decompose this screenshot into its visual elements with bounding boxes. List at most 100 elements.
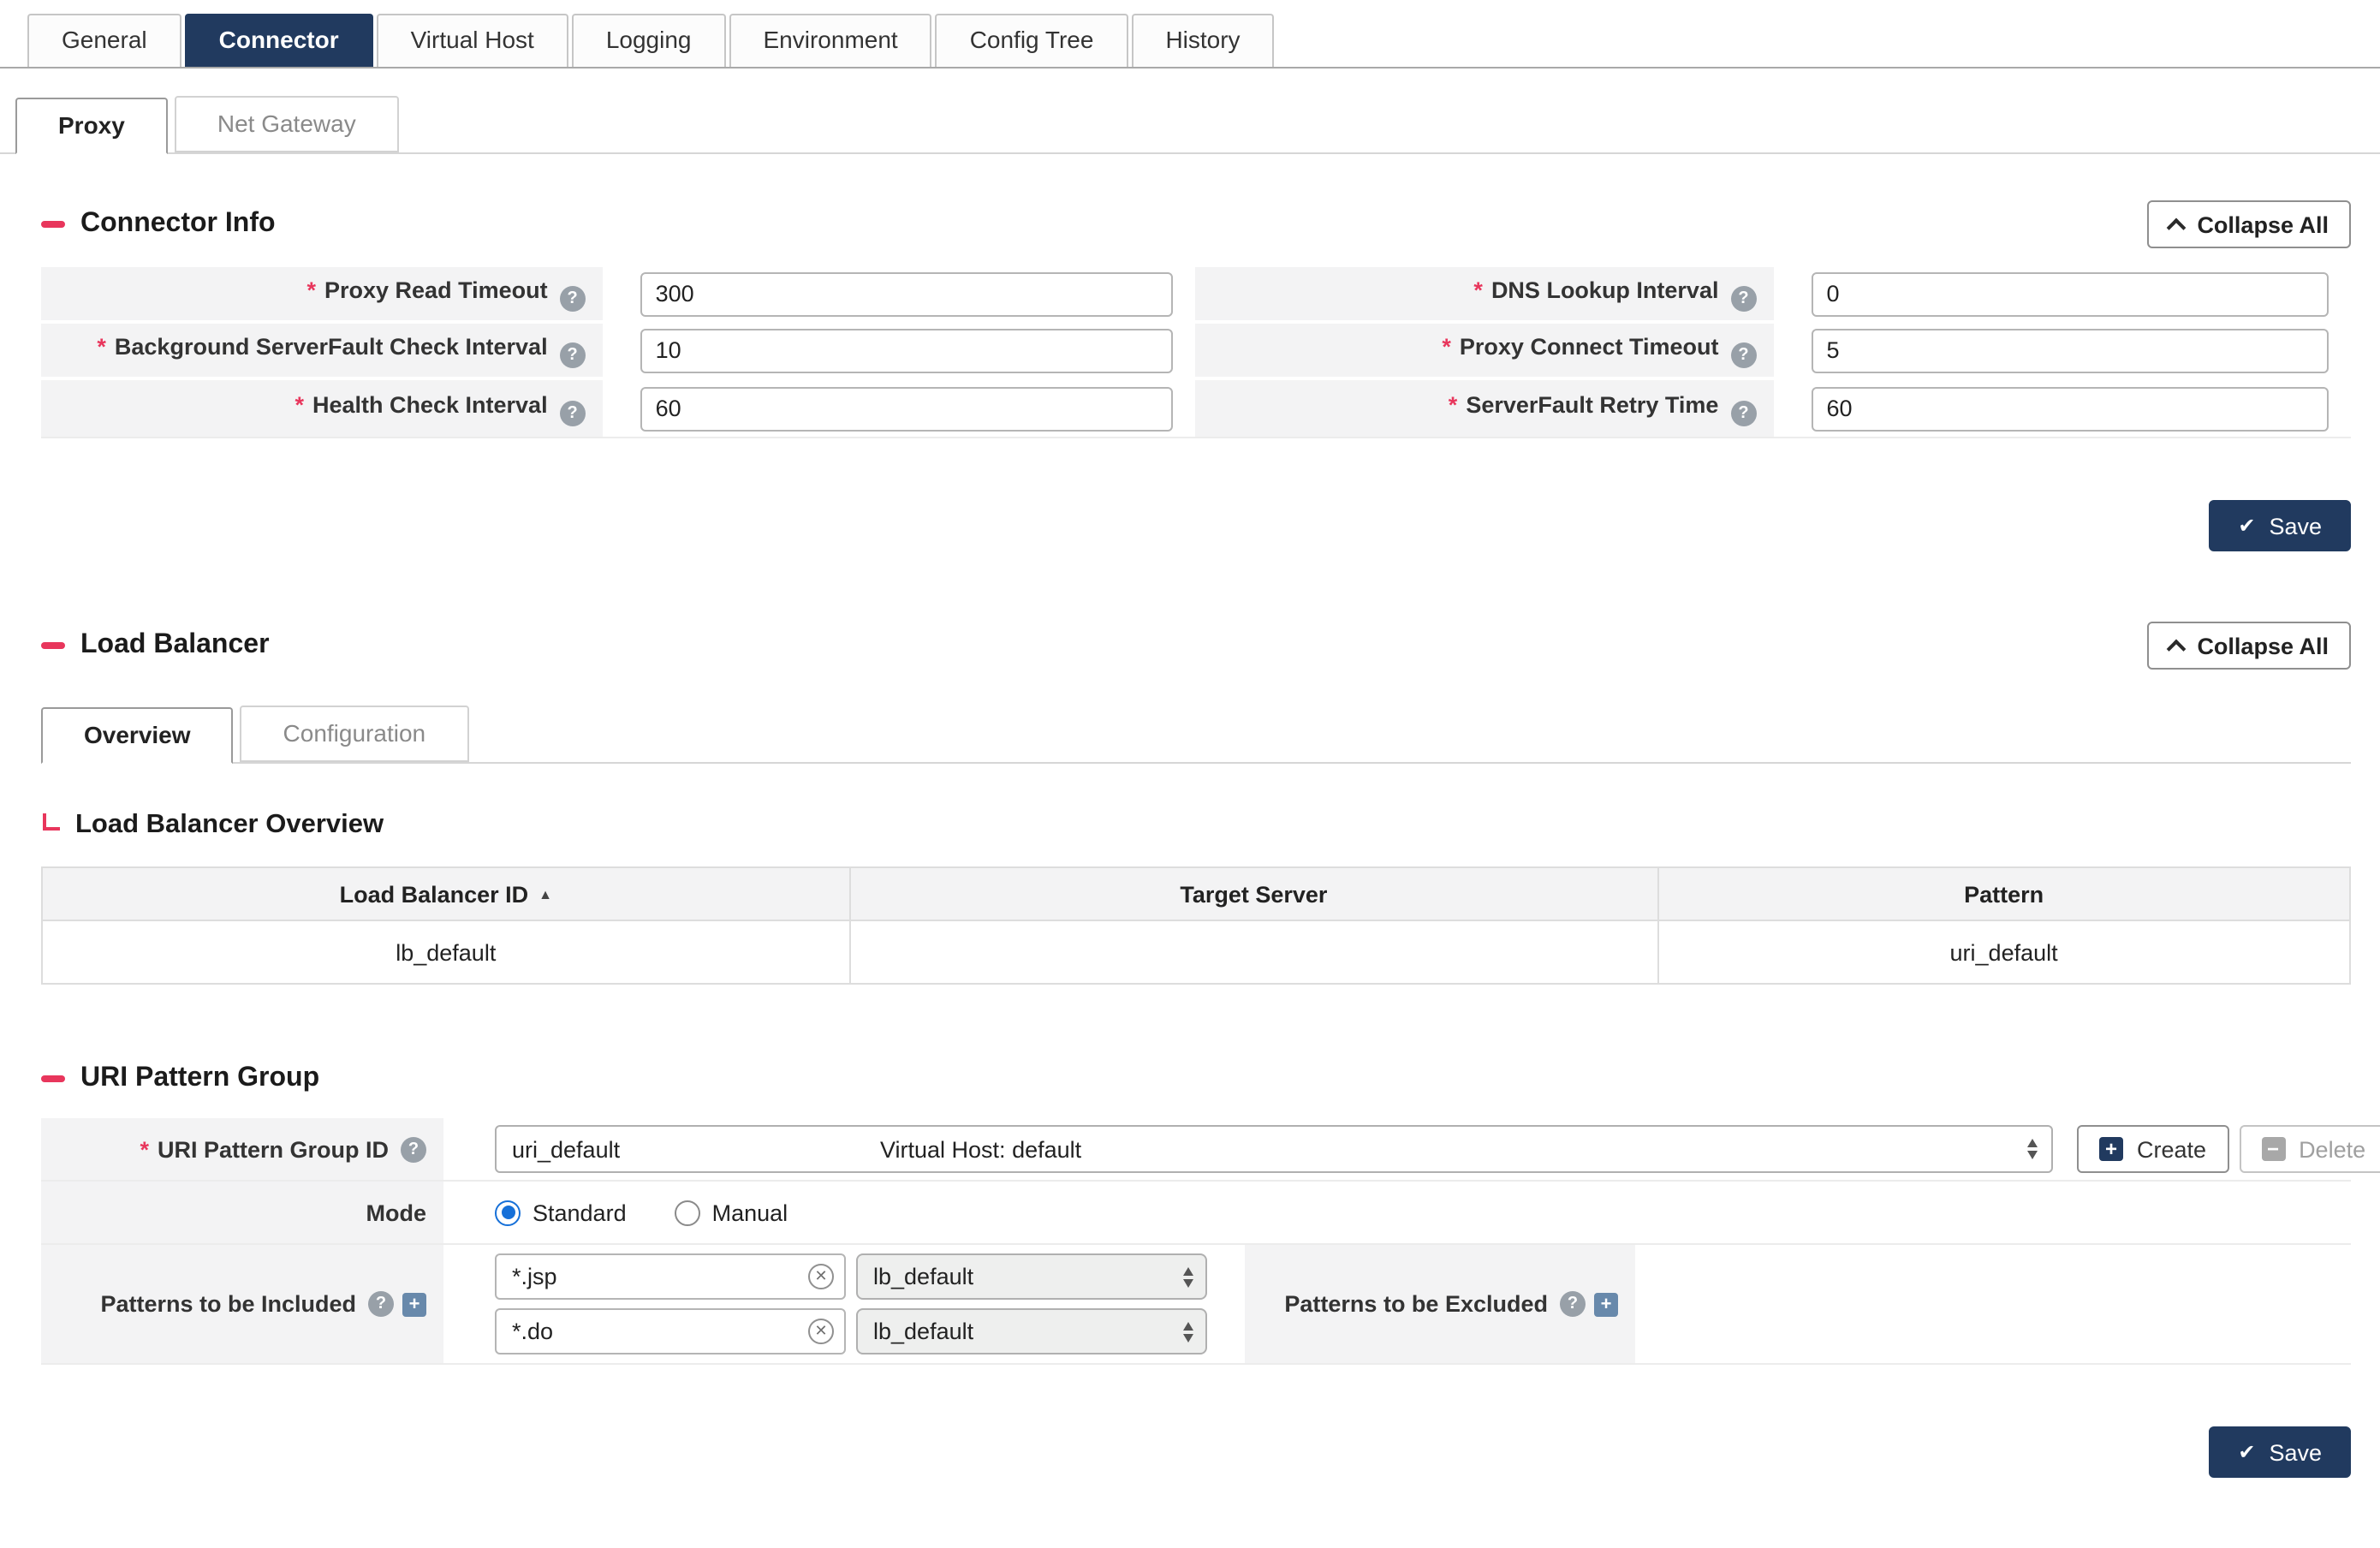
select-value: lb_default bbox=[873, 1264, 1178, 1289]
field-label-text: Proxy Read Timeout bbox=[324, 277, 548, 302]
save-label: Save bbox=[2269, 1439, 2322, 1465]
radio-label: Standard bbox=[533, 1200, 627, 1225]
clear-icon[interactable]: ✕ bbox=[808, 1264, 834, 1289]
pattern-input[interactable]: *.do ✕ bbox=[495, 1308, 846, 1354]
plus-square-icon: + bbox=[2099, 1137, 2123, 1161]
table-row[interactable]: lb_default uri_default bbox=[42, 920, 2350, 984]
uri-pattern-group-id-row: * URI Pattern Group ID? uri_default Virtu… bbox=[41, 1118, 2351, 1182]
uri-pattern-group-save-row: ✔ Save bbox=[41, 1426, 2351, 1478]
required-asterisk: * bbox=[140, 1136, 149, 1162]
field-label-text: Background ServerFault Check Interval bbox=[115, 333, 548, 359]
field-label-background-serverfault-check-interval: * Background ServerFault Check Interval? bbox=[41, 324, 603, 380]
column-header-pattern[interactable]: Pattern bbox=[1657, 867, 2350, 920]
field-label-mode: Mode bbox=[41, 1182, 443, 1243]
help-icon[interactable]: ? bbox=[560, 285, 586, 311]
pattern-load-balancer-select[interactable]: lb_default bbox=[856, 1253, 1207, 1300]
tab-virtual-host[interactable]: Virtual Host bbox=[377, 14, 568, 67]
collapse-all-button[interactable]: Collapse All bbox=[2147, 622, 2351, 670]
page: General Connector Virtual Host Logging E… bbox=[0, 0, 2380, 1548]
add-pattern-icon[interactable]: + bbox=[402, 1292, 426, 1316]
tab-general[interactable]: General bbox=[27, 14, 181, 67]
field-label-serverfault-retry-time: *ServerFault Retry Time? bbox=[1196, 380, 1774, 437]
background-serverfault-check-interval-input[interactable] bbox=[640, 328, 1174, 372]
field-label-proxy-read-timeout: * Proxy Read Timeout? bbox=[41, 267, 603, 324]
serverfault-retry-time-input[interactable] bbox=[1811, 386, 2329, 431]
required-asterisk: * bbox=[306, 277, 316, 302]
tab-configuration[interactable]: Configuration bbox=[241, 706, 469, 762]
pattern-input[interactable]: *.jsp ✕ bbox=[495, 1253, 846, 1300]
field-label-text: Patterns to be Excluded bbox=[1284, 1291, 1548, 1317]
patterns-row: Patterns to be Included? + *.jsp ✕ lb_def… bbox=[41, 1245, 2351, 1365]
required-asterisk: * bbox=[97, 333, 106, 359]
required-asterisk: * bbox=[1442, 333, 1451, 359]
uri-pattern-group-id-select[interactable]: uri_default Virtual Host: default bbox=[495, 1125, 2053, 1173]
health-check-interval-input[interactable] bbox=[640, 386, 1174, 431]
tab-net-gateway[interactable]: Net Gateway bbox=[175, 96, 399, 152]
radio-selected-icon bbox=[495, 1200, 521, 1225]
field-label-text: Patterns to be Included bbox=[100, 1291, 356, 1317]
help-icon[interactable]: ? bbox=[1560, 1291, 1586, 1317]
mode-radio-group: Standard Manual bbox=[495, 1200, 788, 1225]
field-label-text: Mode bbox=[366, 1200, 427, 1225]
pattern-value: *.jsp bbox=[512, 1264, 557, 1289]
delete-button[interactable]: − Delete bbox=[2239, 1125, 2380, 1173]
collapse-all-button[interactable]: Collapse All bbox=[2147, 200, 2351, 248]
clear-icon[interactable]: ✕ bbox=[808, 1319, 834, 1344]
help-icon[interactable]: ? bbox=[368, 1291, 394, 1317]
collapse-all-label: Collapse All bbox=[2197, 633, 2329, 658]
pattern-load-balancer-select[interactable]: lb_default bbox=[856, 1308, 1207, 1354]
field-label-health-check-interval: *Health Check Interval? bbox=[41, 380, 603, 437]
column-header-load-balancer-id[interactable]: Load Balancer ID▲ bbox=[42, 867, 850, 920]
select-stepper-icon bbox=[1178, 1321, 1199, 1342]
load-balancer-header: Load Balancer Collapse All bbox=[41, 620, 2351, 671]
radio-label: Manual bbox=[712, 1200, 788, 1225]
help-icon[interactable]: ? bbox=[401, 1136, 426, 1162]
column-header-label: Load Balancer ID bbox=[340, 881, 529, 907]
load-balancer-overview-header: Load Balancer Overview bbox=[41, 805, 2351, 846]
cell-load-balancer-id: lb_default bbox=[42, 920, 850, 984]
radio-option-standard[interactable]: Standard bbox=[495, 1200, 627, 1225]
help-icon[interactable]: ? bbox=[560, 342, 586, 367]
delete-label: Delete bbox=[2299, 1136, 2365, 1162]
tab-connector[interactable]: Connector bbox=[185, 14, 373, 67]
select-value-detail: Virtual Host: default bbox=[880, 1136, 2022, 1162]
collapse-section-icon[interactable] bbox=[41, 642, 65, 649]
proxy-connect-timeout-input[interactable] bbox=[1811, 328, 2329, 372]
save-button[interactable]: ✔ Save bbox=[2209, 1426, 2351, 1478]
load-balancer-tab-bar: Overview Configuration bbox=[41, 706, 2351, 764]
save-button[interactable]: ✔ Save bbox=[2209, 500, 2351, 551]
select-value: uri_default bbox=[512, 1136, 880, 1162]
help-icon[interactable]: ? bbox=[1730, 285, 1756, 311]
tab-proxy[interactable]: Proxy bbox=[15, 98, 168, 154]
tab-overview[interactable]: Overview bbox=[41, 707, 234, 764]
collapse-section-icon[interactable] bbox=[41, 1075, 65, 1082]
help-icon[interactable]: ? bbox=[560, 400, 586, 426]
main-content: Connector Info Collapse All * Proxy Read … bbox=[0, 199, 2380, 1548]
tab-environment[interactable]: Environment bbox=[729, 14, 932, 67]
column-header-target-server[interactable]: Target Server bbox=[850, 867, 1658, 920]
select-value: lb_default bbox=[873, 1319, 1178, 1344]
select-stepper-icon bbox=[1178, 1266, 1199, 1287]
tab-logging[interactable]: Logging bbox=[572, 14, 726, 67]
connector-info-header: Connector Info Collapse All bbox=[41, 199, 2351, 250]
webadmin-connector-page: General Connector Virtual Host Logging E… bbox=[0, 0, 2380, 1548]
load-balancer-overview-table: Load Balancer ID▲ Target Server Pattern … bbox=[41, 866, 2351, 985]
collapse-section-icon[interactable] bbox=[41, 221, 65, 228]
form-row: *Background ServerFault Check Interval? … bbox=[41, 324, 2351, 380]
dns-lookup-interval-input[interactable] bbox=[1811, 271, 2329, 316]
create-label: Create bbox=[2137, 1136, 2206, 1162]
help-icon[interactable]: ? bbox=[1730, 400, 1756, 426]
field-label-text: URI Pattern Group ID bbox=[158, 1136, 389, 1162]
field-label-proxy-connect-timeout: *Proxy Connect Timeout? bbox=[1196, 324, 1774, 380]
section-title-uri-pattern-group: URI Pattern Group bbox=[80, 1063, 319, 1094]
field-label-patterns-included: Patterns to be Included? + bbox=[41, 1245, 443, 1363]
create-button[interactable]: + Create bbox=[2077, 1125, 2228, 1173]
tab-config-tree[interactable]: Config Tree bbox=[936, 14, 1128, 67]
uri-pattern-group-header: URI Pattern Group bbox=[41, 1053, 2351, 1104]
proxy-read-timeout-input[interactable] bbox=[640, 271, 1174, 316]
radio-option-manual[interactable]: Manual bbox=[675, 1200, 788, 1225]
add-pattern-icon[interactable]: + bbox=[1594, 1292, 1618, 1316]
table-header-row: Load Balancer ID▲ Target Server Pattern bbox=[42, 867, 2350, 920]
tab-history[interactable]: History bbox=[1131, 14, 1274, 67]
help-icon[interactable]: ? bbox=[1730, 342, 1756, 367]
